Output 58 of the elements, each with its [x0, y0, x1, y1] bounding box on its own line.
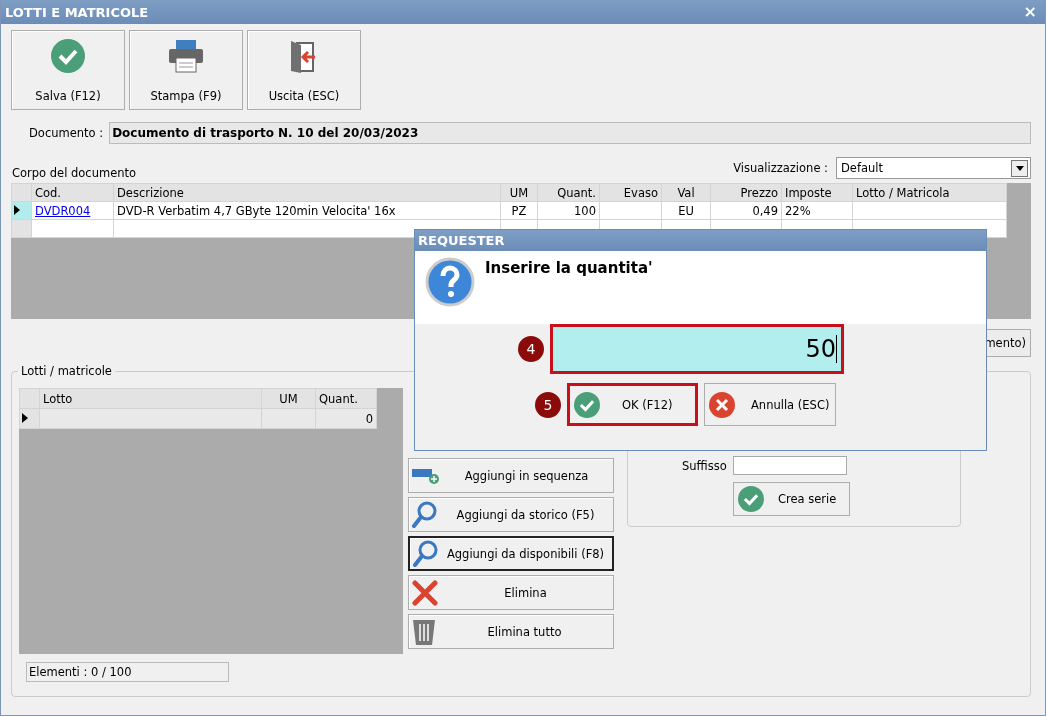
- action-button[interactable]: Elimina tutto: [408, 614, 614, 649]
- quantity-field[interactable]: 50: [550, 324, 844, 374]
- column-header[interactable]: Quant.: [537, 183, 600, 202]
- column-header[interactable]: Evaso: [599, 183, 662, 202]
- column-header[interactable]: Imposte: [781, 183, 853, 202]
- step-marker: 5: [535, 391, 561, 418]
- column-header[interactable]: Lotto / Matricola: [852, 183, 1007, 202]
- table-cell: PZ: [500, 201, 538, 220]
- table-cell: 22%: [781, 201, 853, 220]
- toolbar-button[interactable]: Uscita (ESC): [247, 30, 361, 110]
- check-icon: [51, 39, 85, 73]
- column-header[interactable]: Val: [661, 183, 711, 202]
- column-header[interactable]: Prezzo: [710, 183, 782, 202]
- table-cell: 0,49: [710, 201, 782, 220]
- action-button[interactable]: Aggiungi da disponibili (F8): [408, 536, 614, 571]
- column-header[interactable]: Lotto: [39, 388, 262, 409]
- printer-icon: [168, 39, 204, 73]
- toolbar-button[interactable]: Stampa (F9): [129, 30, 243, 110]
- question-icon: [425, 257, 475, 307]
- element-counter: Elementi : 0 / 100: [26, 662, 229, 682]
- table-cell: DVD-R Verbatim 4,7 GByte 120min Velocita' 16x: [113, 201, 501, 220]
- trash-icon: [412, 617, 436, 646]
- close-icon: [412, 579, 438, 606]
- action-button[interactable]: Elimina: [408, 575, 614, 610]
- close-icon: [709, 391, 735, 418]
- ok-button[interactable]: OK (F12): [567, 383, 698, 426]
- cancel-button[interactable]: Annulla (ESC): [704, 383, 836, 426]
- column-header[interactable]: UM: [261, 388, 316, 409]
- create-series-button[interactable]: Crea serie: [733, 482, 850, 516]
- dialog-title: REQUESTER: [418, 233, 505, 248]
- column-header[interactable]: Descrizione: [113, 183, 501, 202]
- grid-corner: [19, 388, 40, 409]
- action-button[interactable]: Aggiungi da storico (F5): [408, 497, 614, 532]
- view-dropdown[interactable]: Default: [836, 157, 1031, 179]
- row-indicator[interactable]: [19, 408, 40, 429]
- group-title: Lotti / matricole: [18, 364, 115, 378]
- table-cell: 100: [537, 201, 600, 220]
- search-icon: [413, 539, 439, 568]
- column-header[interactable]: Quant.: [315, 388, 377, 409]
- column-header[interactable]: Cod.: [31, 183, 114, 202]
- search-icon: [412, 500, 438, 529]
- section-title: Corpo del documento: [12, 166, 137, 180]
- document-label: Documento :: [29, 126, 104, 140]
- action-button[interactable]: Aggiungi in sequenza: [408, 458, 614, 493]
- document-field: Documento di trasporto N. 10 del 20/03/2023: [109, 122, 1031, 144]
- check-icon: [738, 486, 764, 512]
- suffix-field[interactable]: [732, 456, 847, 475]
- dialog-prompt: Inserire la quantita': [485, 259, 653, 279]
- add-icon: [412, 466, 440, 485]
- window-title: LOTTI E MATRICOLE: [5, 4, 149, 20]
- suffix-label: Suffisso: [682, 458, 727, 473]
- table-cell: EU: [661, 201, 711, 220]
- toolbar-button[interactable]: Salva (F12): [11, 30, 125, 110]
- column-header[interactable]: UM: [500, 183, 538, 202]
- view-label: Visualizzazione :: [733, 161, 828, 175]
- grid-corner: [11, 183, 32, 202]
- check-icon: [574, 391, 600, 418]
- step-marker: 4: [518, 336, 544, 362]
